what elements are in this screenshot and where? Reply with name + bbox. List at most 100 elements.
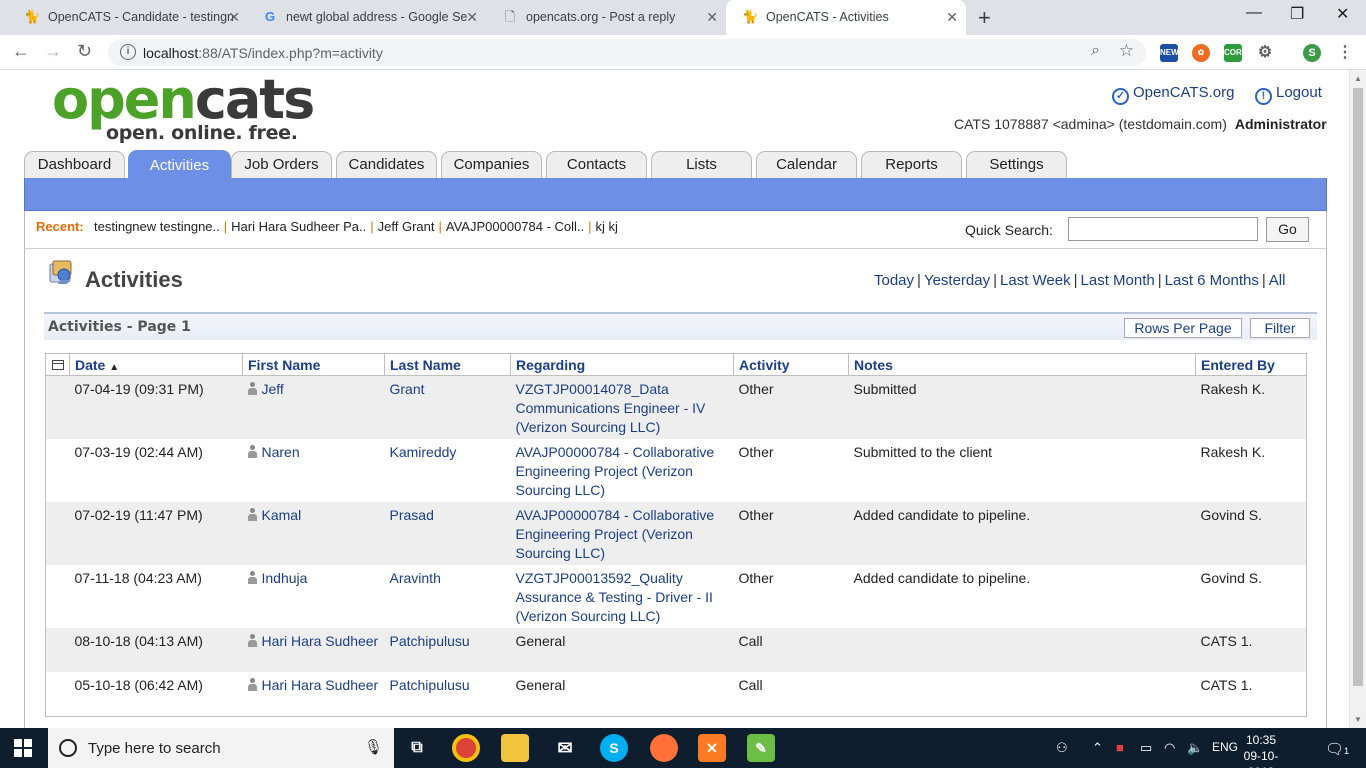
column-chooser[interactable]	[45, 353, 70, 376]
column-header-regarding[interactable]: Regarding	[510, 353, 734, 376]
reload-icon[interactable]: ↻	[77, 41, 92, 62]
tab-job-orders[interactable]: Job Orders	[231, 151, 332, 178]
tab-contacts[interactable]: Contacts	[546, 151, 647, 178]
firefox-app-icon[interactable]	[650, 734, 678, 762]
file-explorer-icon[interactable]	[501, 734, 529, 762]
cors-extension-icon[interactable]: CORS	[1224, 44, 1247, 62]
column-header-activity[interactable]: Activity	[733, 353, 849, 376]
site-info-icon[interactable]: i	[120, 44, 136, 60]
wifi-icon[interactable]: ◠	[1164, 740, 1175, 756]
tab-companies[interactable]: Companies	[441, 151, 542, 178]
browser-tab-2[interactable]: G newt global address - Google Se ✕	[246, 0, 486, 35]
browser-tab-4-active[interactable]: 🐈 OpenCATS - Activities ✕	[726, 0, 966, 35]
first-name-link[interactable]: Hari Hara Sudheer	[262, 633, 379, 649]
recent-item[interactable]: AVAJP00000784 - Coll..	[446, 219, 584, 234]
quick-search-go-button[interactable]: Go	[1266, 217, 1309, 242]
battery-icon[interactable]: ▭	[1140, 740, 1152, 756]
tab-activities[interactable]: Activities	[128, 150, 231, 178]
people-icon[interactable]: ⚇	[1056, 740, 1068, 756]
last-name-link[interactable]: Prasad	[390, 507, 434, 523]
period-last-month-link[interactable]: Last Month	[1081, 272, 1155, 289]
chrome-app-icon[interactable]	[452, 734, 480, 762]
first-name-link[interactable]: Indhuja	[262, 570, 308, 586]
logout-link[interactable]: ! Logout	[1255, 84, 1322, 105]
new-tab-button[interactable]: +	[978, 5, 991, 31]
filter-button[interactable]: Filter	[1250, 318, 1310, 338]
tab-settings[interactable]: Settings	[966, 151, 1067, 178]
browser-tab-3[interactable]: 🗋 opencats.org - Post a reply ✕	[486, 0, 726, 35]
regarding-link[interactable]: AVAJP00000784 - Collaborative Engineerin…	[516, 444, 715, 498]
bookmark-star-icon[interactable]: ☆	[1119, 41, 1134, 61]
scroll-down-icon[interactable]: ▼	[1354, 715, 1362, 724]
recent-item[interactable]: Jeff Grant	[378, 219, 435, 234]
opencats-org-link[interactable]: ✓ OpenCATS.org	[1112, 84, 1234, 105]
task-view-icon[interactable]: ⧉	[403, 734, 431, 762]
page-scrollbar[interactable]: ▲ ▼	[1349, 70, 1366, 728]
tab-reports[interactable]: Reports	[861, 151, 962, 178]
tray-app-icon[interactable]: ■	[1116, 740, 1124, 755]
period-last-6-months-link[interactable]: Last 6 Months	[1165, 272, 1259, 289]
back-arrow-icon[interactable]: ←	[12, 41, 30, 62]
close-tab-icon[interactable]: ✕	[466, 9, 478, 26]
notepad-app-icon[interactable]: ✎	[747, 734, 775, 762]
first-name-link[interactable]: Jeff	[262, 381, 284, 397]
tray-expand-icon[interactable]: ⌃	[1092, 740, 1103, 756]
first-name-link[interactable]: Naren	[262, 444, 300, 460]
windows-start-icon[interactable]	[14, 739, 32, 757]
browser-tab-1[interactable]: 🐈 OpenCATS - Candidate - testingn ✕	[8, 0, 248, 35]
notification-center-icon[interactable]: 🗨1	[1325, 740, 1349, 758]
column-header-entered-by[interactable]: Entered By	[1195, 353, 1307, 376]
microphone-icon[interactable]: 🎙	[364, 738, 383, 756]
new-extension-icon[interactable]: NEW	[1160, 44, 1179, 62]
scroll-up-icon[interactable]: ▲	[1354, 74, 1362, 83]
recent-item[interactable]: kj kj	[596, 219, 618, 234]
xampp-app-icon[interactable]: ✕	[698, 734, 726, 762]
volume-icon[interactable]: 🔈	[1187, 740, 1203, 756]
last-name-link[interactable]: Kamireddy	[390, 444, 457, 460]
extension-orange-icon[interactable]: ✿	[1192, 44, 1210, 62]
last-name-link[interactable]: Aravinth	[390, 570, 441, 586]
period-last-week-link[interactable]: Last Week	[1000, 272, 1071, 289]
last-name-link[interactable]: Patchipulusu	[390, 633, 470, 649]
minimize-icon[interactable]: —	[1246, 4, 1262, 22]
period-yesterday-link[interactable]: Yesterday	[924, 272, 990, 289]
close-tab-icon[interactable]: ✕	[228, 9, 240, 26]
mail-app-icon[interactable]: ✉	[551, 734, 579, 762]
close-tab-icon[interactable]: ✕	[706, 9, 718, 26]
tab-candidates[interactable]: Candidates	[336, 151, 437, 178]
column-header-last-name[interactable]: Last Name	[384, 353, 511, 376]
last-name-link[interactable]: Grant	[390, 381, 425, 397]
regarding-link[interactable]: AVAJP00000784 - Collaborative Engineerin…	[516, 507, 715, 561]
taskbar-clock[interactable]: 10:35 09-10-2018	[1236, 732, 1286, 780]
scrollbar-thumb[interactable]	[1353, 88, 1363, 686]
forward-arrow-icon[interactable]: →	[44, 41, 62, 62]
language-indicator[interactable]: ENG	[1212, 740, 1238, 754]
browser-menu-icon[interactable]: ⋮	[1336, 44, 1354, 62]
regarding-link[interactable]: VZGTJP00014078_Data Communications Engin…	[516, 381, 706, 435]
opencats-logo[interactable]: opencats open. online. free.	[52, 68, 322, 146]
period-today-link[interactable]: Today	[874, 272, 914, 289]
column-header-date[interactable]: Date ▲	[69, 353, 243, 376]
tab-dashboard[interactable]: Dashboard	[24, 151, 125, 178]
recent-item[interactable]: testingnew testingne..	[94, 219, 220, 234]
skype-app-icon[interactable]: S	[600, 734, 628, 762]
taskbar-search-box[interactable]: Type here to search 🎙	[48, 728, 394, 768]
regarding-link[interactable]: VZGTJP00013592_Quality Assurance & Testi…	[516, 570, 713, 624]
profile-avatar[interactable]: S	[1303, 44, 1321, 62]
close-tab-icon[interactable]: ✕	[946, 9, 958, 26]
first-name-link[interactable]: Hari Hara Sudheer	[262, 677, 379, 693]
address-bar[interactable]: i localhost:88/ATS/index.php?m=activity …	[108, 39, 1146, 66]
gear-extension-icon[interactable]: ⚙	[1256, 44, 1274, 62]
tab-lists[interactable]: Lists	[651, 151, 752, 178]
column-header-notes[interactable]: Notes	[848, 353, 1196, 376]
rows-per-page-button[interactable]: Rows Per Page	[1124, 318, 1242, 338]
first-name-link[interactable]: Kamal	[262, 507, 302, 523]
period-all-link[interactable]: All	[1269, 272, 1286, 289]
column-header-first-name[interactable]: First Name	[242, 353, 385, 376]
tab-calendar[interactable]: Calendar	[756, 151, 857, 178]
last-name-link[interactable]: Patchipulusu	[390, 677, 470, 693]
maximize-icon[interactable]: ❐	[1290, 4, 1304, 24]
zoom-icon[interactable]: ⌕	[1091, 42, 1100, 60]
recent-item[interactable]: Hari Hara Sudheer Pa..	[231, 219, 366, 234]
close-window-icon[interactable]: ✕	[1336, 4, 1349, 24]
